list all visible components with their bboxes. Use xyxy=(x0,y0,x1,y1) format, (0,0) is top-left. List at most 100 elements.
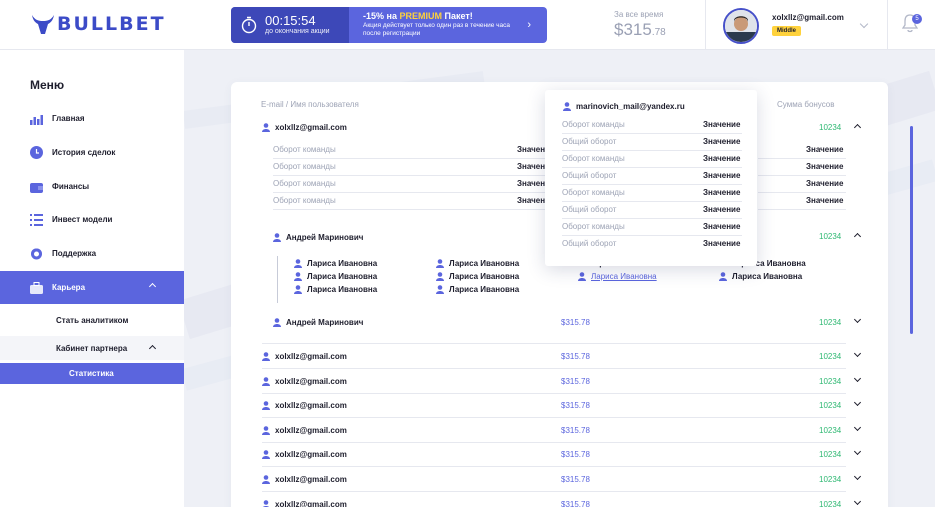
user-icon xyxy=(262,376,270,386)
child-name: Лариса Ивановна xyxy=(449,285,520,294)
table-row-email[interactable]: xolxllz@gmail.com xyxy=(262,352,347,361)
child-name: Лариса Ивановна xyxy=(732,272,803,281)
promo-text-block: -15% на PREMIUM Пакет! Акция действует т… xyxy=(349,7,547,43)
sidebar-subitem-statistics[interactable]: Статистика xyxy=(0,363,184,384)
child-user[interactable]: Лариса Ивановна xyxy=(294,259,377,268)
row-money: $315.78 xyxy=(561,499,590,507)
row-divider xyxy=(262,392,846,394)
sidebar-item-invest-models[interactable]: Инвест модели xyxy=(0,203,184,236)
row-email-text: xolxllz@gmail.com xyxy=(275,499,347,507)
row-email-text: xolxllz@gmail.com xyxy=(275,352,347,361)
user-icon xyxy=(294,285,302,294)
popup-row: Оборот команды Значение xyxy=(562,219,742,236)
stat-row: Оборот команды Значение xyxy=(273,193,554,210)
row-bonus: 10234 xyxy=(819,450,842,460)
sidebar-item-label: Карьера xyxy=(52,283,86,292)
header-divider xyxy=(887,0,888,50)
user-email[interactable]: xolxllz@gmail.com xyxy=(772,13,844,22)
scrollbar[interactable] xyxy=(910,126,913,334)
row-bonus: 10234 xyxy=(819,425,842,435)
stat-row: Значение xyxy=(758,176,846,193)
child-user[interactable]: Лариса Ивановна xyxy=(436,285,519,294)
row-divider xyxy=(262,466,846,468)
row-money: $315.78 xyxy=(561,425,590,435)
sidebar-item-label: Главная xyxy=(52,114,85,123)
child-user-link[interactable]: Лариса Ивановна xyxy=(578,272,657,281)
child-name: Лариса Ивановна xyxy=(307,285,378,294)
row-name-text: Андрей Маринович xyxy=(286,233,364,242)
row-bonus: 10234 xyxy=(819,376,842,386)
promo-description: Акция действует только один раз в течени… xyxy=(363,22,510,37)
user-photo xyxy=(725,10,757,42)
chevron-up-icon[interactable] xyxy=(148,282,157,291)
wallet-icon xyxy=(30,180,43,193)
user-icon xyxy=(563,102,571,111)
brand-logo[interactable]: BULLBET xyxy=(31,13,166,35)
sidebar-item-label: Поддержка xyxy=(52,249,97,258)
sidebar-item-finance[interactable]: Финансы xyxy=(0,170,184,203)
chevron-right-icon[interactable]: › xyxy=(527,19,531,31)
table-row-email[interactable]: xolxllz@gmail.com xyxy=(262,377,347,386)
table-row-email[interactable]: xolxllz@gmail.com xyxy=(262,123,347,132)
popup-value: Значение xyxy=(703,222,741,231)
stat-row: Оборот команды Значение xyxy=(273,176,554,193)
chevron-up-icon[interactable] xyxy=(148,344,157,353)
child-user[interactable]: Лариса Ивановна xyxy=(294,272,377,281)
user-icon xyxy=(294,272,302,281)
child-name: Лариса Ивановна xyxy=(591,272,657,281)
row-money: $315.78 xyxy=(561,376,590,386)
table-row-email[interactable]: xolxllz@gmail.com xyxy=(262,475,347,484)
table-row-email[interactable]: xolxllz@gmail.com xyxy=(262,426,347,435)
sidebar-subitem-partner-cabinet[interactable]: Кабинет партнера xyxy=(0,336,184,360)
stat-row: Оборот команды Значение xyxy=(273,159,554,176)
avatar[interactable] xyxy=(723,8,759,44)
user-icon xyxy=(262,425,270,435)
user-icon xyxy=(578,272,586,281)
sidebar: Меню Главная История сделок Финансы Инве… xyxy=(0,50,184,507)
row-divider xyxy=(262,441,846,443)
popup-key: Общий оборот xyxy=(562,205,617,214)
table-row-email[interactable]: xolxllz@gmail.com xyxy=(262,500,347,507)
popup-key: Оборот команды xyxy=(562,154,625,163)
child-user[interactable]: Лариса Ивановна xyxy=(436,272,519,281)
popup-key: Общий оборот xyxy=(562,171,617,180)
sidebar-subitem-label: Кабинет партнера xyxy=(56,343,128,353)
popup-key: Оборот команды xyxy=(562,120,625,129)
notification-count-badge: 5 xyxy=(912,14,922,24)
row-money: $315.78 xyxy=(561,475,590,484)
row-divider xyxy=(262,368,846,369)
row-bonus: 10234 xyxy=(819,318,842,327)
sidebar-item-support[interactable]: Поддержка xyxy=(0,237,184,270)
table-row-group[interactable]: Андрей Маринович xyxy=(273,233,363,242)
user-icon xyxy=(719,272,727,281)
row-email-text: xolxllz@gmail.com xyxy=(275,450,347,460)
sidebar-item-career[interactable]: Карьера xyxy=(0,271,184,304)
user-icon xyxy=(273,233,281,242)
promo-banner[interactable]: 00:15:54 до окончания акции -15% на PREM… xyxy=(231,7,547,43)
promo-title: -15% на PREMIUM Пакет! xyxy=(363,11,547,21)
chevron-down-icon[interactable] xyxy=(859,19,869,29)
sidebar-subitem-label: Статистика xyxy=(69,369,114,378)
table-row-email[interactable]: xolxllz@gmail.com xyxy=(262,401,347,411)
table-row-email[interactable]: xolxllz@gmail.com xyxy=(262,450,347,460)
row-money: $315.78 xyxy=(561,401,590,411)
menu-title: Меню xyxy=(30,78,65,92)
sidebar-item-home[interactable]: Главная xyxy=(0,102,184,135)
stat-row: Значение xyxy=(758,142,846,159)
popup-key: Оборот команды xyxy=(562,188,625,197)
row-bonus: 10234 xyxy=(819,232,842,241)
user-level-badge: Middle xyxy=(772,26,801,36)
support-icon xyxy=(30,247,43,260)
sidebar-subitem-become-analyst[interactable]: Стать аналитиком xyxy=(0,308,184,332)
row-bonus: 10234 xyxy=(819,475,842,484)
row-bonus: 10234 xyxy=(819,499,842,507)
child-user[interactable]: Лариса Ивановна xyxy=(436,259,519,268)
table-row-group[interactable]: Андрей Маринович xyxy=(273,318,363,327)
row-money: $315.78 xyxy=(561,318,590,327)
child-user[interactable]: Лариса Ивановна xyxy=(294,285,377,294)
child-user[interactable]: Лариса Ивановна xyxy=(719,272,802,281)
row-money: $315.78 xyxy=(561,450,590,460)
promo-timer-caption: до окончания акции xyxy=(265,28,330,35)
row-money: $315.78 xyxy=(561,352,590,361)
sidebar-item-history[interactable]: История сделок xyxy=(0,136,184,169)
